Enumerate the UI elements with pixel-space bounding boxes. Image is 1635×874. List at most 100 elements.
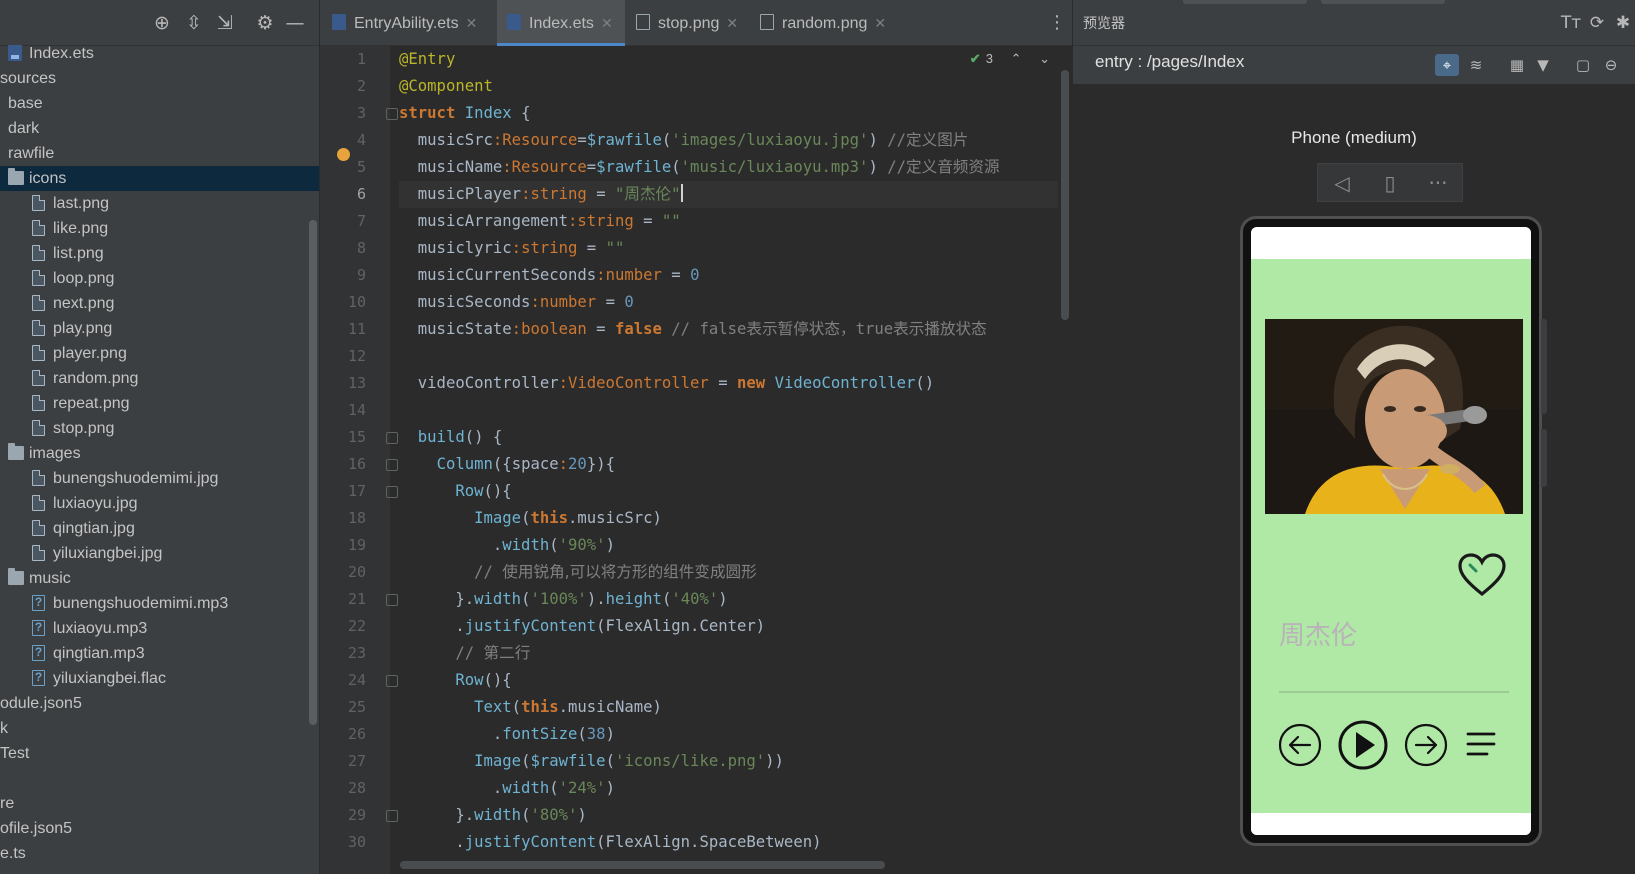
tree-item[interactable]: Index.ets <box>0 41 319 66</box>
tree-item[interactable]: icons <box>0 166 319 191</box>
playlist-icon[interactable] <box>1465 729 1497 759</box>
tree-item[interactable]: music <box>0 566 319 591</box>
editor-horizontal-scrollbar[interactable] <box>400 861 885 869</box>
inspector-icon[interactable]: ⌖ <box>1435 54 1459 76</box>
tree-item[interactable]: ofile.json5 <box>0 816 319 841</box>
tree-item[interactable] <box>0 766 319 791</box>
gear-icon[interactable]: ⚙ <box>253 11 277 35</box>
tree-item[interactable]: dark <box>0 116 319 141</box>
tree-item-label: play.png <box>53 320 113 337</box>
close-icon[interactable]: ✕ <box>874 15 886 31</box>
code-line: }.width('80%') <box>455 806 587 824</box>
tree-item[interactable]: base <box>0 91 319 116</box>
tree-item[interactable]: e.ts <box>0 841 319 866</box>
song-title: 周杰伦 <box>1279 621 1358 651</box>
tree-item-label: list.png <box>53 245 104 262</box>
tree-item[interactable]: ? qingtian.mp3 <box>0 641 319 666</box>
project-scrollbar[interactable] <box>309 220 317 725</box>
image-file-icon <box>32 220 45 236</box>
tree-item[interactable]: odule.json5 <box>0 691 319 716</box>
tree-item[interactable]: play.png <box>0 316 319 341</box>
progress-line[interactable] <box>1279 691 1509 693</box>
locate-icon[interactable]: ⊕ <box>150 11 174 35</box>
inspection-widget[interactable]: ✔ 3 ⌃ ⌄ <box>970 46 1050 72</box>
image-file-icon <box>32 245 45 261</box>
image-file-icon <box>32 470 45 486</box>
phone-frame: 周杰伦 <box>1240 216 1547 846</box>
chevron-up-icon[interactable]: ⌃ <box>1011 51 1022 66</box>
close-icon[interactable]: ✕ <box>466 15 478 31</box>
tree-item[interactable]: qingtian.jpg <box>0 516 319 541</box>
preview-canvas: Phone (medium) ◁ ▯ ··· 周杰伦 <box>1073 84 1635 874</box>
tree-item[interactable]: ? bunengshuodemimi.mp3 <box>0 591 319 616</box>
previewer-header-tab[interactable] <box>1183 0 1307 4</box>
fold-marker-icon[interactable] <box>386 432 398 444</box>
caret-down-icon[interactable]: ▼ <box>1531 54 1555 76</box>
heart-icon[interactable] <box>1457 552 1507 598</box>
zoom-out-icon[interactable]: ⊖ <box>1599 54 1623 76</box>
folder-icon <box>8 443 24 460</box>
previous-button[interactable] <box>1277 722 1323 768</box>
layers-icon[interactable]: ≋ <box>1464 54 1488 76</box>
editor-vertical-scrollbar[interactable] <box>1061 70 1069 320</box>
line-number: 16 <box>347 455 366 473</box>
tree-item[interactable]: stop.png <box>0 416 319 441</box>
font-size-icon[interactable]: Tт <box>1559 11 1583 35</box>
expand-all-icon[interactable]: ⇳ <box>182 11 206 35</box>
more-horizontal-icon[interactable]: ··· <box>1414 164 1462 203</box>
tree-item[interactable]: loop.png <box>0 266 319 291</box>
tree-item[interactable]: player.png <box>0 341 319 366</box>
tree-item[interactable]: like.png <box>0 216 319 241</box>
tree-item[interactable]: Test <box>0 741 319 766</box>
bug-icon[interactable]: ✱ <box>1611 11 1635 35</box>
code-line: build() { <box>417 428 503 446</box>
tree-item[interactable]: random.png <box>0 366 319 391</box>
fold-marker-icon[interactable] <box>386 810 398 822</box>
fold-marker-icon[interactable] <box>386 675 398 687</box>
tree-item[interactable]: ? luxiaoyu.mp3 <box>0 616 319 641</box>
rotate-device-icon[interactable]: ▯ <box>1366 164 1414 203</box>
tab-entryability[interactable]: EntryAbility.ets ✕ <box>332 0 477 46</box>
tree-item[interactable]: bunengshuodemimi.jpg <box>0 466 319 491</box>
back-triangle-icon[interactable]: ◁ <box>1318 164 1366 203</box>
fold-marker-icon[interactable] <box>386 108 398 120</box>
previewer-header-tab[interactable] <box>1321 0 1445 4</box>
minimize-icon[interactable]: — <box>283 11 307 35</box>
tree-item[interactable]: luxiaoyu.jpg <box>0 491 319 516</box>
image-file-icon <box>32 545 45 561</box>
tree-item[interactable]: re <box>0 791 319 816</box>
tree-item[interactable]: sources <box>0 66 319 91</box>
line-number: 8 <box>356 239 366 257</box>
tree-item[interactable]: images <box>0 441 319 466</box>
tab-index[interactable]: Index.ets ✕ <box>497 0 625 46</box>
close-icon[interactable]: ✕ <box>726 15 738 31</box>
tab-stop-png[interactable]: stop.png ✕ <box>636 0 738 46</box>
close-icon[interactable]: ✕ <box>601 15 613 31</box>
more-vertical-icon[interactable]: ⋮ <box>1048 11 1066 35</box>
tree-item-label: Test <box>0 745 30 762</box>
play-button[interactable] <box>1337 719 1389 771</box>
tree-item[interactable]: list.png <box>0 241 319 266</box>
bulb-icon[interactable] <box>337 148 350 161</box>
tree-item[interactable]: last.png <box>0 191 319 216</box>
tree-item[interactable]: repeat.png <box>0 391 319 416</box>
fold-marker-icon[interactable] <box>386 459 398 471</box>
tree-item[interactable]: k <box>0 716 319 741</box>
folder-icon <box>8 568 24 585</box>
fold-marker-icon[interactable] <box>386 486 398 498</box>
frame-icon[interactable]: ▢ <box>1571 54 1595 76</box>
tree-item[interactable]: next.png <box>0 291 319 316</box>
code-editor[interactable]: 1 2 3 4 5 6 7 8 9 10 11 12 13 14 15 16 17 18 19 20 21 22 23 24 2… <box>320 46 1072 874</box>
next-button[interactable] <box>1403 722 1449 768</box>
tree-item[interactable]: ? yiluxiangbei.flac <box>0 666 319 691</box>
chevron-down-icon[interactable]: ⌄ <box>1039 51 1050 66</box>
code-area[interactable]: @Entry @Component struct Index { musicSr… <box>399 46 1058 874</box>
tree-item[interactable]: yiluxiangbei.jpg <box>0 541 319 566</box>
device-controls: ◁ ▯ ··· <box>1317 163 1463 202</box>
fold-marker-icon[interactable] <box>386 594 398 606</box>
refresh-icon[interactable]: ⟳ <box>1585 11 1609 35</box>
tree-item[interactable]: rawfile <box>0 141 319 166</box>
collapse-all-icon[interactable]: ⇲ <box>213 11 237 35</box>
tab-random-png[interactable]: random.png ✕ <box>760 0 886 46</box>
grid-icon[interactable]: ▦ <box>1505 54 1529 76</box>
